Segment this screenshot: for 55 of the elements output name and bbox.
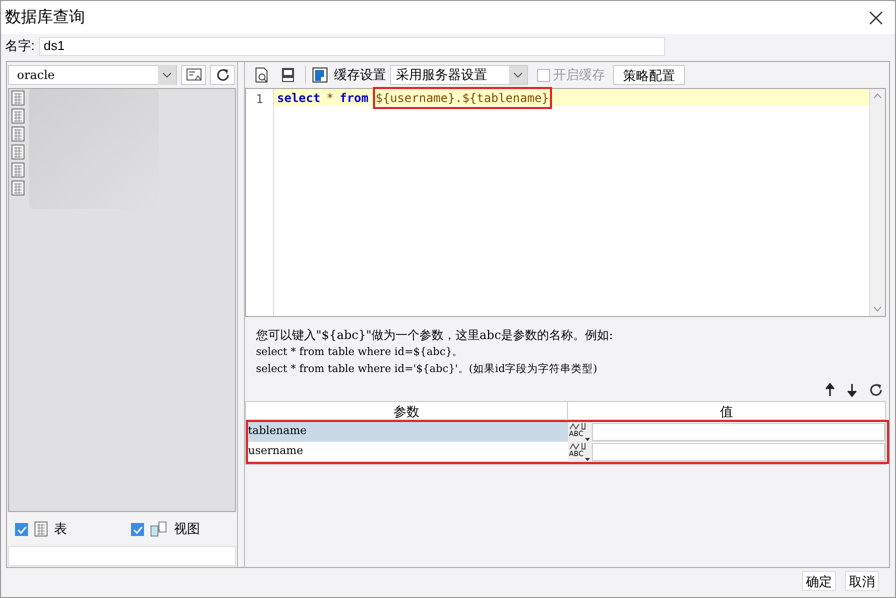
name-field[interactable]: ds1 [38, 36, 665, 56]
table-icon[interactable] [11, 108, 25, 124]
scroll-down-icon[interactable] [873, 306, 882, 312]
filter-label: 视图 [174, 520, 200, 538]
arrow-down-icon[interactable] [847, 383, 857, 397]
chevron-icon [509, 66, 527, 84]
table-icon[interactable] [11, 162, 25, 178]
strategy-button[interactable]: 策略配置 [613, 65, 685, 85]
refresh-icon[interactable] [869, 383, 883, 397]
scroll-up-icon[interactable] [873, 93, 882, 99]
code-token: ${username}.${tablename} [372, 86, 552, 108]
table-icon [34, 521, 48, 537]
close-icon[interactable] [869, 10, 883, 24]
table-icon[interactable] [11, 144, 25, 160]
code-token: select [276, 90, 322, 106]
param-name-cell[interactable]: tablename [248, 422, 568, 441]
code-token: * [325, 90, 335, 106]
database-select[interactable]: oracle [8, 65, 177, 85]
checkbox[interactable] [131, 522, 144, 536]
view-icon [150, 521, 168, 537]
cancel-button[interactable]: 取消 [845, 571, 879, 591]
preview-button[interactable] [181, 65, 206, 85]
check-icon [16, 524, 27, 534]
caret-icon [585, 458, 590, 461]
table-icon[interactable] [11, 126, 25, 142]
refresh-button[interactable] [210, 65, 235, 85]
code-token: from [338, 90, 370, 106]
cache-select[interactable]: 采用服务器设置 [390, 65, 528, 85]
sql-icon[interactable] [281, 67, 295, 83]
refresh-icon [214, 67, 230, 83]
arrow-up-icon[interactable] [825, 383, 835, 397]
column-header: 参数 [246, 402, 568, 419]
name-label: 名字: [5, 37, 35, 56]
table-icon[interactable] [11, 90, 25, 106]
line-number: 1 [246, 89, 274, 316]
table-search-icon [186, 68, 202, 82]
param-value-field[interactable] [592, 423, 885, 441]
filter-label: 表 [54, 520, 67, 538]
type-glyph-icon [569, 422, 587, 430]
chevron-icon [158, 65, 176, 85]
checkbox[interactable] [15, 522, 28, 536]
cache-icon[interactable] [312, 67, 328, 83]
cache-checkbox-label: 开启缓存 [553, 66, 605, 84]
cache-label: 缓存设置 [334, 66, 386, 84]
ok-button[interactable]: 确定 [802, 571, 836, 591]
window-title: 数据库查询 [5, 8, 85, 28]
type-glyph-icon [569, 442, 587, 450]
param-value-field[interactable] [592, 443, 885, 461]
preview-icon[interactable] [255, 67, 269, 83]
table-icon[interactable] [11, 180, 25, 196]
column-header: 值 [719, 403, 734, 419]
hint-text: select * from table where id=${abc}。 [256, 345, 464, 360]
hint-text: select * from table where id='${abc}'。(如果id字段为字符串类型) [256, 362, 598, 377]
check-icon [132, 524, 143, 534]
hint-text: 您可以键入"${abc}"做为一个参数，这里abc是参数的名称。例如: [256, 327, 614, 344]
